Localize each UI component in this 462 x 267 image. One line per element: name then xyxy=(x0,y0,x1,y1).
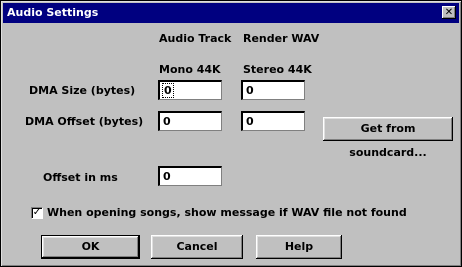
get-from-soundcard-button[interactable]: Get from soundcard... xyxy=(323,117,453,159)
cancel-button[interactable]: Cancel xyxy=(151,235,243,259)
dma-size-audio-field[interactable]: 0 xyxy=(158,80,222,100)
stereo-44k-label: Stereo 44K xyxy=(243,63,312,76)
dma-size-audio-value: 0 xyxy=(162,83,174,98)
ok-button[interactable]: OK xyxy=(41,235,140,259)
dma-offset-render-value: 0 xyxy=(246,115,254,128)
dma-offset-render-field[interactable]: 0 xyxy=(241,111,305,131)
dma-offset-audio-value: 0 xyxy=(163,115,171,128)
render-wav-header: Render WAV xyxy=(243,32,320,45)
dma-offset-audio-field[interactable]: 0 xyxy=(158,111,222,131)
mono-44k-label: Mono 44K xyxy=(159,63,221,76)
close-icon: ✕ xyxy=(444,7,454,18)
check-icon: ✓ xyxy=(32,207,42,218)
title-bar[interactable]: Audio Settings ✕ xyxy=(3,3,459,23)
dma-size-label: DMA Size (bytes) xyxy=(29,84,136,97)
offset-ms-value: 0 xyxy=(163,170,171,183)
audio-settings-dialog: Audio Settings ✕ Audio Track Render WAV … xyxy=(0,0,462,267)
window-title: Audio Settings xyxy=(7,6,99,19)
offset-ms-label: Offset in ms xyxy=(43,171,118,184)
offset-ms-field[interactable]: 0 xyxy=(158,166,222,186)
dma-size-render-value: 0 xyxy=(246,84,254,97)
dma-size-render-field[interactable]: 0 xyxy=(241,80,305,100)
wav-warning-label[interactable]: When opening songs, show message if WAV … xyxy=(47,206,407,219)
audio-track-header: Audio Track xyxy=(159,32,232,45)
wav-warning-checkbox[interactable]: ✓ xyxy=(31,207,43,219)
help-button[interactable]: Help xyxy=(256,235,342,259)
close-button[interactable]: ✕ xyxy=(442,6,456,19)
dma-offset-label: DMA Offset (bytes) xyxy=(25,115,144,128)
